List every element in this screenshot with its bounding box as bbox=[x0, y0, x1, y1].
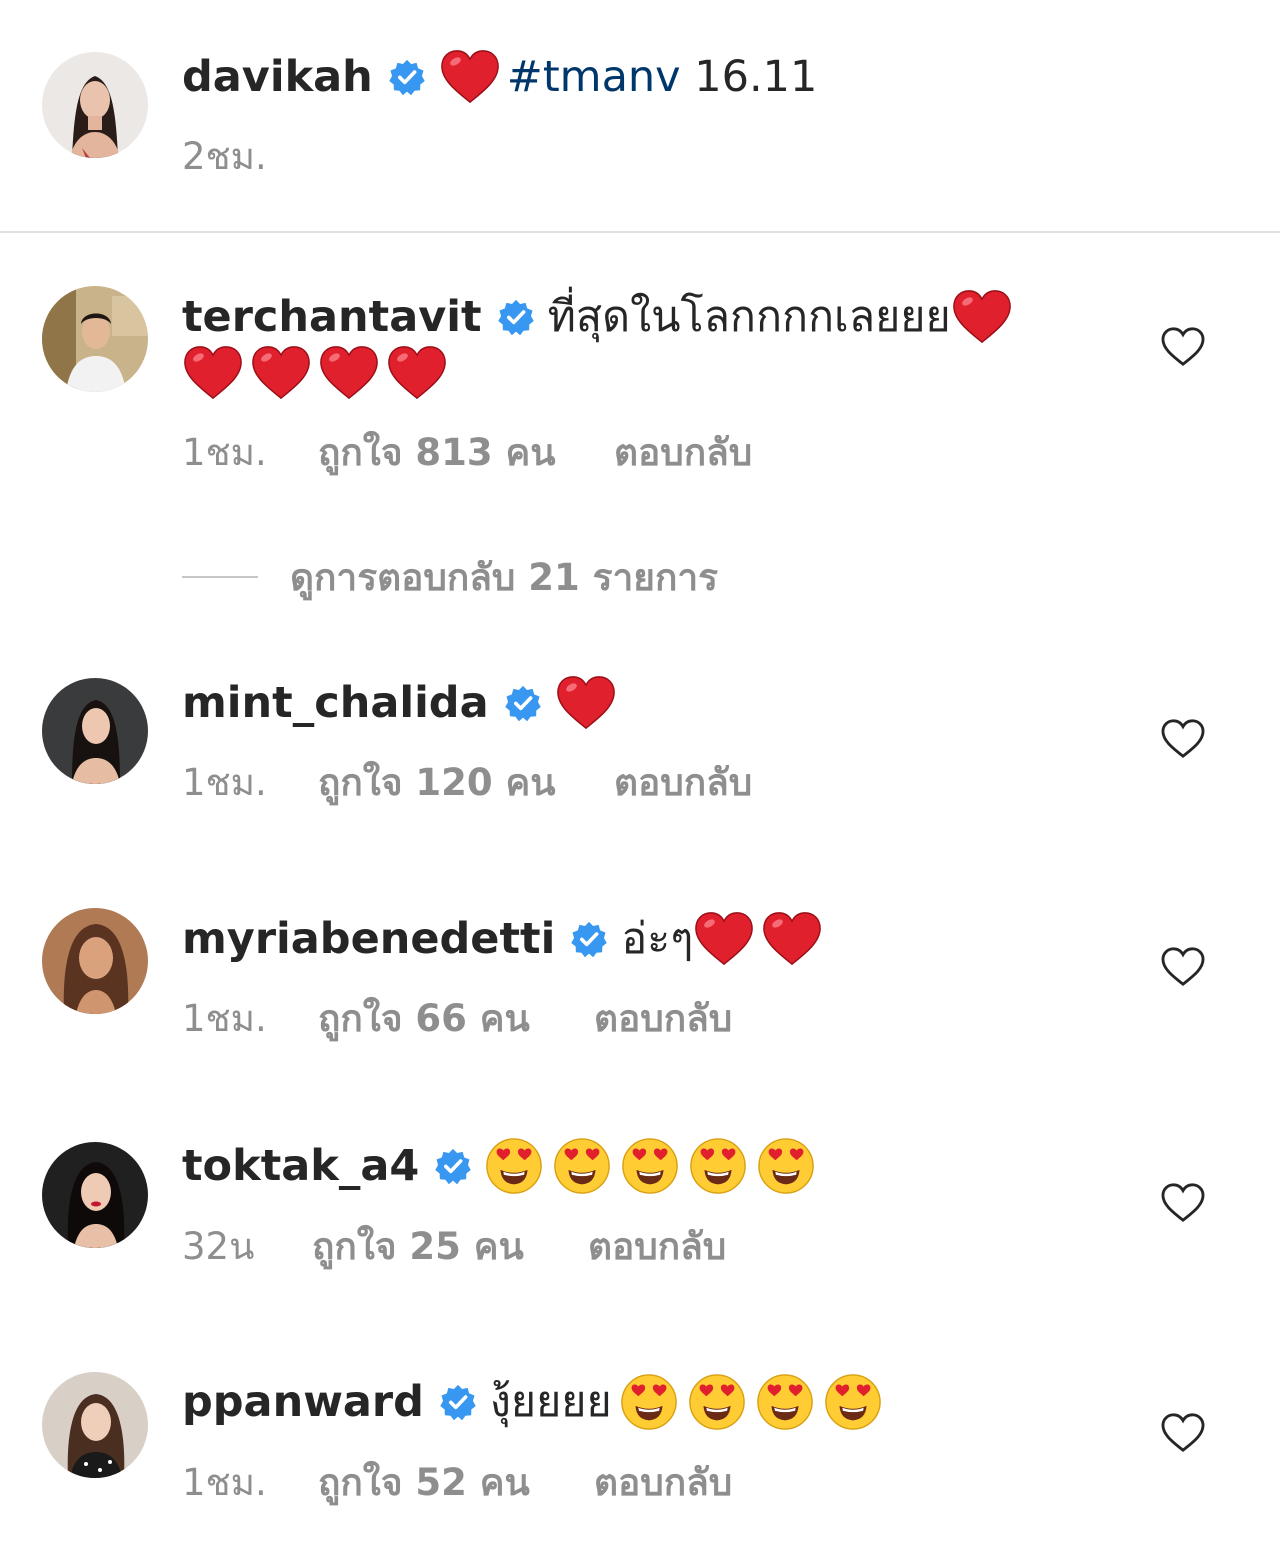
avatar[interactable] bbox=[42, 908, 148, 1014]
avatar-image bbox=[42, 908, 148, 1014]
red-heart-emoji bbox=[182, 342, 244, 404]
heart-outline-icon[interactable] bbox=[1160, 1412, 1206, 1454]
reply-button[interactable]: ตอบกลับ bbox=[614, 758, 752, 808]
verified-badge-icon bbox=[498, 299, 534, 335]
verified-badge-icon bbox=[571, 921, 607, 957]
red-heart-emoji bbox=[318, 342, 380, 404]
comment-time: 1ชม. bbox=[182, 1461, 267, 1504]
avatar-image bbox=[42, 1372, 148, 1478]
comment-line: toktak_a4 bbox=[182, 1136, 825, 1196]
comment-username[interactable]: myriabenedetti bbox=[182, 909, 555, 969]
caption-username[interactable]: davikah bbox=[182, 47, 373, 107]
likes-count[interactable]: ถูกใจ 120 คน bbox=[318, 758, 556, 808]
red-heart-emoji bbox=[439, 46, 501, 108]
caption-text: 16.11 bbox=[680, 52, 818, 102]
heart-eyes-emoji bbox=[824, 1373, 882, 1431]
comment-line: myriabenedetti อ่ะๆ bbox=[182, 908, 829, 970]
likes-count[interactable]: ถูกใจ 52 คน bbox=[318, 1458, 530, 1508]
likes-count[interactable]: ถูกใจ 25 คน bbox=[312, 1222, 524, 1272]
heart-eyes-emoji bbox=[621, 1137, 679, 1195]
caption-hashtag[interactable]: #tmanv bbox=[507, 47, 681, 107]
caption-time: 2ชม. bbox=[182, 135, 267, 178]
heart-eyes-emoji bbox=[757, 1137, 815, 1195]
heart-eyes-emoji bbox=[689, 1137, 747, 1195]
heart-eyes-emoji bbox=[756, 1373, 814, 1431]
red-heart-emoji bbox=[386, 342, 448, 404]
avatar[interactable] bbox=[42, 52, 148, 158]
comment-text: ที่สุดในโลกกกกเลยยย bbox=[547, 292, 951, 342]
verified-badge-icon bbox=[435, 1148, 471, 1184]
comment-username[interactable]: ppanward bbox=[182, 1372, 424, 1432]
comment-line: ppanward งุ้ยยยย bbox=[182, 1372, 892, 1432]
red-heart-emoji bbox=[693, 908, 755, 970]
heart-eyes-emoji bbox=[553, 1137, 611, 1195]
heart-outline-icon[interactable] bbox=[1160, 718, 1206, 760]
heart-outline-icon[interactable] bbox=[1160, 1182, 1206, 1224]
likes-count[interactable]: ถูกใจ 813 คน bbox=[318, 428, 556, 478]
caption-line: davikah #tmanv 16.11 bbox=[182, 46, 817, 108]
reply-button[interactable]: ตอบกลับ bbox=[614, 428, 752, 478]
comment-text: อ่ะๆ bbox=[621, 914, 694, 964]
heart-outline-icon[interactable] bbox=[1160, 326, 1206, 368]
likes-count[interactable]: ถูกใจ 66 คน bbox=[318, 994, 530, 1044]
heart-eyes-emoji bbox=[485, 1137, 543, 1195]
reply-button[interactable]: ตอบกลับ bbox=[594, 1458, 732, 1508]
verified-badge-icon bbox=[389, 59, 425, 95]
comment-username[interactable]: terchantavit bbox=[182, 287, 482, 347]
avatar-image bbox=[42, 678, 148, 784]
comment-emoji-line bbox=[182, 342, 454, 404]
comment-line: mint_chalida bbox=[182, 672, 623, 734]
avatar[interactable] bbox=[42, 1372, 148, 1478]
avatar-image bbox=[42, 52, 148, 158]
comment-username[interactable]: toktak_a4 bbox=[182, 1136, 419, 1196]
avatar-image bbox=[42, 1142, 148, 1248]
avatar[interactable] bbox=[42, 678, 148, 784]
avatar-image bbox=[42, 286, 148, 392]
comment-time: 32น bbox=[182, 1225, 255, 1268]
comment-username[interactable]: mint_chalida bbox=[182, 673, 489, 733]
red-heart-emoji bbox=[250, 342, 312, 404]
avatar[interactable] bbox=[42, 286, 148, 392]
red-heart-emoji bbox=[761, 908, 823, 970]
comment-line: terchantavit ที่สุดในโลกกกกเลยยย bbox=[182, 286, 1019, 348]
post-caption: davikah #tmanv 16.11 2ชม. bbox=[0, 0, 1280, 232]
view-replies-label: ดูการตอบกลับ 21 รายการ bbox=[290, 555, 719, 599]
comment-time: 1ชม. bbox=[182, 761, 267, 804]
comment-text: งุ้ยยยย bbox=[489, 1377, 612, 1427]
verified-badge-icon bbox=[440, 1384, 476, 1420]
reply-button[interactable]: ตอบกลับ bbox=[588, 1222, 726, 1272]
avatar[interactable] bbox=[42, 1142, 148, 1248]
comment-time: 1ชม. bbox=[182, 431, 267, 474]
heart-eyes-emoji bbox=[620, 1373, 678, 1431]
reply-button[interactable]: ตอบกลับ bbox=[594, 994, 732, 1044]
verified-badge-icon bbox=[505, 685, 541, 721]
divider bbox=[0, 231, 1280, 233]
red-heart-emoji bbox=[951, 286, 1013, 348]
heart-outline-icon[interactable] bbox=[1160, 946, 1206, 988]
red-heart-emoji bbox=[555, 672, 617, 734]
heart-eyes-emoji bbox=[688, 1373, 746, 1431]
replies-rule bbox=[182, 576, 258, 578]
view-replies-button[interactable]: ดูการตอบกลับ 21 รายการ bbox=[182, 552, 718, 602]
comment-time: 1ชม. bbox=[182, 997, 267, 1040]
